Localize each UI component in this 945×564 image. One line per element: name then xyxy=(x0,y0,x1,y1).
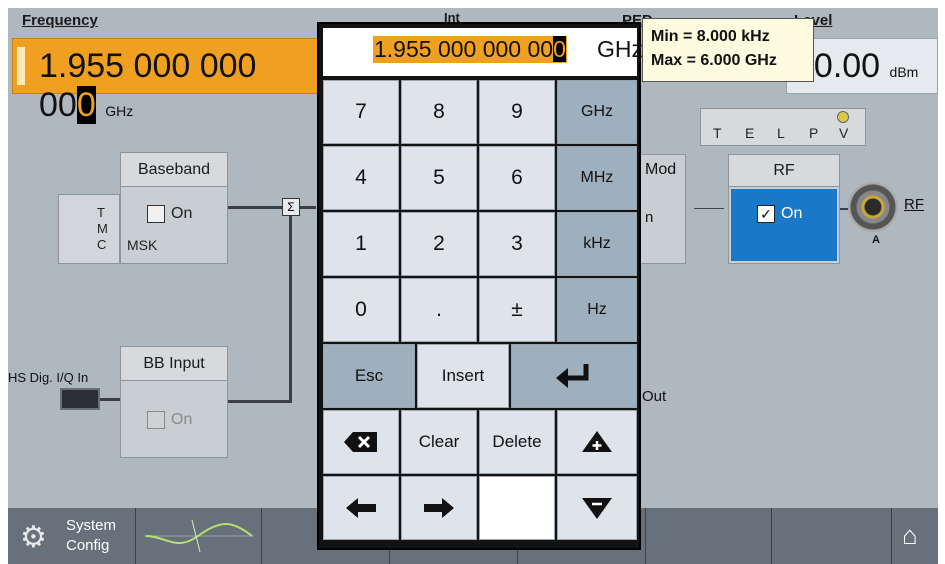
hs-dig-port-icon xyxy=(60,388,100,410)
backspace-icon xyxy=(344,432,377,452)
taskbar-slot-7[interactable] xyxy=(772,508,892,564)
tel-p: P xyxy=(809,125,819,141)
frequency-marker xyxy=(17,47,25,85)
frequency-field[interactable]: 1.955 000 000 000 GHz xyxy=(12,38,318,124)
tel-t: T xyxy=(713,125,722,141)
tel-l: L xyxy=(777,125,785,141)
keypad-value: 1.955 000 000 000 xyxy=(373,36,567,63)
hs-dig-label: HS Dig. I/Q In xyxy=(8,370,89,385)
enter-button[interactable] xyxy=(511,344,637,408)
arrow-right-icon xyxy=(424,498,454,518)
bb-input-on-toggle[interactable]: On xyxy=(147,411,192,429)
keypad-unit: GHz xyxy=(597,36,643,62)
key-2[interactable]: 2 xyxy=(401,212,477,276)
key-5[interactable]: 5 xyxy=(401,146,477,210)
keypad-display[interactable]: 1.955 000 000 000 GHz xyxy=(323,28,643,76)
system-config-label: System Config xyxy=(66,517,117,554)
cursor-right-button[interactable] xyxy=(401,476,477,540)
rf-block[interactable]: RF ✓ On xyxy=(728,154,840,264)
blank-key[interactable] xyxy=(479,476,555,540)
mod-block[interactable]: Mod n xyxy=(638,154,686,264)
key-6[interactable]: 6 xyxy=(479,146,555,210)
rf-connector-icon[interactable] xyxy=(848,182,898,232)
baseband-mod: MSK xyxy=(127,237,158,253)
triangle-down-minus-icon xyxy=(582,498,612,519)
numeric-keypad: 1.955 000 000 000 GHz 7 8 9 GHz 4 5 6 MH… xyxy=(317,22,643,550)
key-khz[interactable]: kHz xyxy=(557,212,637,276)
connector-label: A xyxy=(872,234,880,246)
cursor-left-button[interactable] xyxy=(323,476,399,540)
mod-block-on: n xyxy=(645,209,654,226)
backspace-button[interactable] xyxy=(323,410,399,474)
tmc-m: M xyxy=(97,221,108,236)
mod-block-title: Mod xyxy=(645,161,677,178)
key-ghz[interactable]: GHz xyxy=(557,80,637,144)
home-icon: ⌂ xyxy=(902,520,918,550)
wire-bb-sum xyxy=(228,206,282,209)
rf-on-label: On xyxy=(781,205,803,223)
baseband-on-toggle[interactable]: On xyxy=(147,205,192,223)
key-mhz[interactable]: MHz xyxy=(557,146,637,210)
insert-button[interactable]: Insert xyxy=(417,344,509,408)
bb-input-on-label: On xyxy=(171,411,193,429)
tel-e: E xyxy=(745,125,755,141)
tmc-t: T xyxy=(97,205,105,220)
key-hz[interactable]: Hz xyxy=(557,278,637,342)
tooltip-max: Max = 6.000 GHz xyxy=(651,52,777,69)
key-decimal[interactable]: . xyxy=(401,278,477,342)
wire-sum-out xyxy=(300,206,316,209)
bb-input-checkbox[interactable] xyxy=(147,411,165,429)
key-1[interactable]: 1 xyxy=(323,212,399,276)
tmc-c: C xyxy=(97,237,107,252)
bb-input-title[interactable]: BB Input xyxy=(121,347,227,381)
baseband-checkbox[interactable] xyxy=(147,205,165,223)
range-tooltip: Min = 8.000 kHz Max = 6.000 GHz xyxy=(642,18,814,82)
sum-icon: Σ xyxy=(282,198,300,216)
rf-on-toggle[interactable]: ✓ On xyxy=(731,189,837,261)
esc-button[interactable]: Esc xyxy=(323,344,415,408)
key-7[interactable]: 7 xyxy=(323,80,399,144)
delete-button[interactable]: Delete xyxy=(479,410,555,474)
frequency-value: 1.955 000 000 000 GHz xyxy=(39,47,257,124)
status-led-icon xyxy=(837,111,849,123)
system-config-button[interactable]: ⚙ System Config xyxy=(8,508,136,564)
waveform-icon xyxy=(144,519,254,553)
wire-hs xyxy=(100,398,120,401)
wire-vertical xyxy=(289,216,292,402)
triangle-up-plus-icon xyxy=(582,431,612,452)
increment-button[interactable] xyxy=(557,410,637,474)
home-button[interactable]: ⌂ xyxy=(892,508,938,564)
enter-icon xyxy=(556,364,589,388)
out-label: Out xyxy=(642,388,667,405)
wire-mod-rf xyxy=(694,208,724,209)
key-9[interactable]: 9 xyxy=(479,80,555,144)
tel-v: V xyxy=(839,125,849,141)
frequency-label[interactable]: Frequency xyxy=(22,12,98,29)
rf-title[interactable]: RF xyxy=(729,155,839,187)
wire-bbin xyxy=(228,400,292,403)
rf-output-link[interactable]: RF xyxy=(904,196,924,213)
key-8[interactable]: 8 xyxy=(401,80,477,144)
tel-status-box[interactable]: T E L P V xyxy=(700,108,866,146)
gear-icon: ⚙ xyxy=(20,521,47,554)
baseband-block[interactable]: Baseband On MSK xyxy=(120,152,228,264)
bb-input-block[interactable]: BB Input On xyxy=(120,346,228,458)
taskbar-slot-6[interactable] xyxy=(646,508,772,564)
key-3[interactable]: 3 xyxy=(479,212,555,276)
decrement-button[interactable] xyxy=(557,476,637,540)
key-0[interactable]: 0 xyxy=(323,278,399,342)
clear-button[interactable]: Clear xyxy=(401,410,477,474)
key-plus-minus[interactable]: ± xyxy=(479,278,555,342)
rf-checkbox[interactable]: ✓ xyxy=(757,205,775,223)
waveform-button[interactable] xyxy=(136,508,262,564)
key-4[interactable]: 4 xyxy=(323,146,399,210)
tooltip-min: Min = 8.000 kHz xyxy=(651,28,770,45)
tmc-box[interactable]: T M C xyxy=(58,194,120,264)
baseband-on-label: On xyxy=(171,205,193,223)
arrow-left-icon xyxy=(346,498,376,518)
baseband-title[interactable]: Baseband xyxy=(121,153,227,187)
